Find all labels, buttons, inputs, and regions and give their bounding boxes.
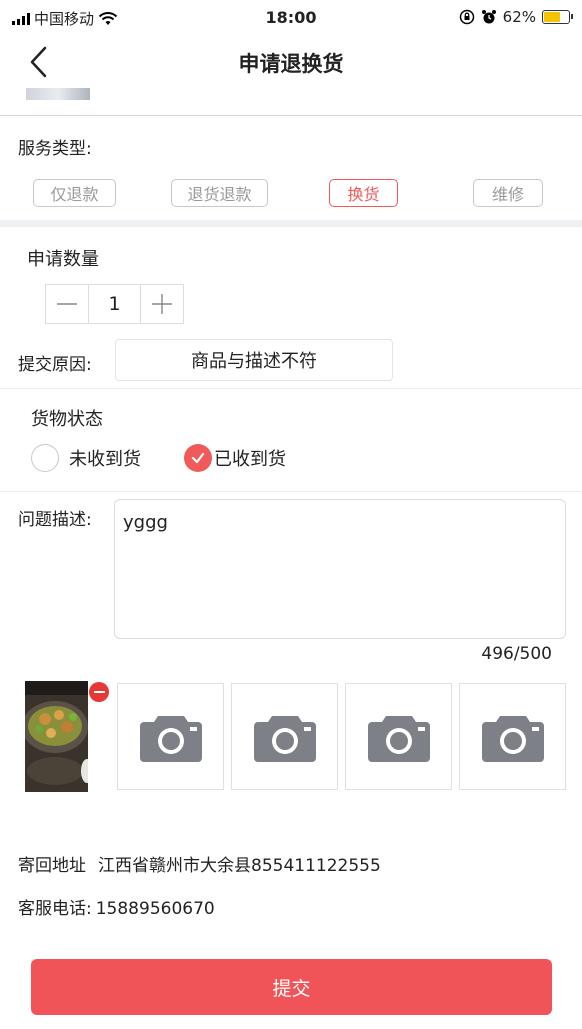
reason-label: 提交原因: xyxy=(18,355,92,375)
divider xyxy=(0,491,582,492)
alarm-icon xyxy=(481,10,496,24)
service-option-return-refund[interactable]: 退货退款 xyxy=(171,179,268,207)
return-address-row: 寄回地址 江西省赣州市大余县855411122555 xyxy=(18,851,381,876)
add-photo-slot[interactable] xyxy=(117,683,224,790)
description-textarea[interactable]: yggg xyxy=(114,499,566,639)
product-thumbnail xyxy=(26,88,90,100)
service-phone-value: 15889560670 xyxy=(95,899,215,919)
battery-icon xyxy=(542,10,573,24)
plus-icon xyxy=(152,294,172,314)
radio-label-not-received: 未收到货 xyxy=(69,449,141,470)
service-option-refund-only[interactable]: 仅退款 xyxy=(33,179,116,207)
camera-icon xyxy=(253,715,316,762)
radio-received[interactable]: 已收到货 xyxy=(184,444,286,472)
divider xyxy=(0,388,582,389)
service-option-repair[interactable]: 维修 xyxy=(473,179,543,207)
submit-button[interactable]: 提交 xyxy=(31,959,552,1015)
camera-icon xyxy=(139,715,202,762)
camera-icon xyxy=(367,715,430,762)
minus-circle-icon[interactable] xyxy=(89,682,109,702)
add-photo-slot[interactable] xyxy=(345,683,452,790)
description-label: 问题描述: xyxy=(18,510,92,530)
nav-bar: 申请退换货 xyxy=(0,36,582,88)
uploaded-photo[interactable] xyxy=(25,681,88,792)
service-phone-label: 客服电话: xyxy=(18,899,92,919)
radio-unchecked-icon xyxy=(31,444,59,472)
add-photo-slot[interactable] xyxy=(459,683,566,790)
radio-checked-icon xyxy=(184,444,212,472)
service-phone-row: 客服电话: 15889560670 xyxy=(18,894,215,919)
return-address-label: 寄回地址 xyxy=(18,856,86,876)
quantity-stepper: 1 xyxy=(45,284,184,324)
increment-button[interactable] xyxy=(141,285,183,323)
service-type-label: 服务类型: xyxy=(18,139,92,159)
rotation-lock-icon xyxy=(459,9,474,25)
minus-icon xyxy=(57,303,77,305)
quantity-value[interactable]: 1 xyxy=(88,285,141,323)
character-counter: 496/500 xyxy=(481,644,552,664)
page-title: 申请退换货 xyxy=(238,52,344,76)
return-address-value: 江西省赣州市大余县855411122555 xyxy=(98,856,381,876)
camera-icon xyxy=(481,715,544,762)
section-separator xyxy=(0,220,582,227)
goods-status-label: 货物状态 xyxy=(31,409,103,430)
status-right: 62% xyxy=(459,8,573,26)
radio-not-received[interactable]: 未收到货 xyxy=(31,444,141,472)
radio-label-received: 已收到货 xyxy=(214,449,286,470)
quantity-label: 申请数量 xyxy=(27,249,99,270)
reason-select[interactable]: 商品与描述不符 xyxy=(115,339,393,381)
divider xyxy=(0,115,582,116)
add-photo-slot[interactable] xyxy=(231,683,338,790)
status-bar: 中国移动 18:00 62% xyxy=(0,0,582,36)
battery-percent: 62% xyxy=(502,8,536,26)
decrement-button[interactable] xyxy=(46,285,88,323)
service-option-exchange[interactable]: 换货 xyxy=(329,179,398,207)
